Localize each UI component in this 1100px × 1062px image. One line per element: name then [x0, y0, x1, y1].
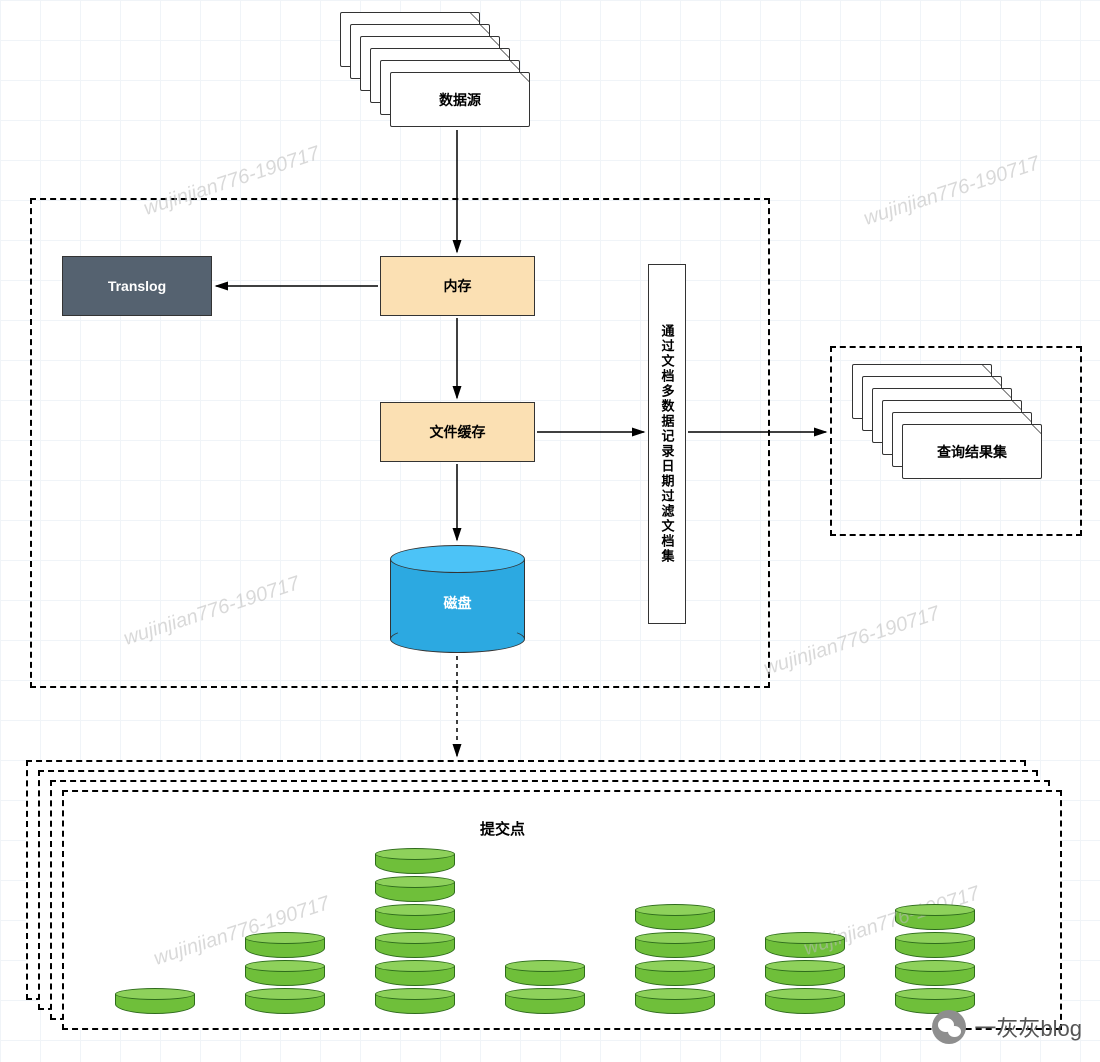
blog-attribution: 一灰灰blog	[932, 1010, 1082, 1044]
filter-box: 通过文档多数据记录日期过滤文档集	[648, 264, 686, 624]
segment-disk	[245, 988, 325, 1014]
segment-disk	[505, 960, 585, 986]
segment-disk	[895, 960, 975, 986]
segment-disk	[635, 988, 715, 1014]
segment-disk	[895, 932, 975, 958]
segment-disk	[245, 932, 325, 958]
memory-label: 内存	[444, 276, 472, 296]
data-source-label: 数据源	[439, 90, 481, 110]
disk-label: 磁盘	[444, 593, 472, 613]
segment-disk	[375, 988, 455, 1014]
watermark: wujinjian776-190717	[861, 152, 1043, 231]
segment-disk	[375, 848, 455, 874]
segment-disk	[505, 988, 585, 1014]
segment-disk	[635, 960, 715, 986]
segment-disk	[115, 988, 195, 1014]
filter-label: 通过文档多数据记录日期过滤文档集	[658, 324, 677, 564]
disk-cylinder: 磁盘	[390, 545, 525, 653]
segment-disk	[375, 904, 455, 930]
translog-label: Translog	[108, 278, 166, 294]
segment-disk	[895, 904, 975, 930]
blog-label: 一灰灰blog	[974, 1011, 1082, 1043]
file-cache-box: 文件缓存	[380, 402, 535, 462]
segment-disk	[375, 876, 455, 902]
result-label: 查询结果集	[937, 442, 1007, 462]
segment-columns	[115, 820, 1035, 1020]
data-source-stack: 数据源	[340, 12, 540, 142]
segment-disk	[245, 960, 325, 986]
wechat-icon	[932, 1010, 966, 1044]
translog-box: Translog	[62, 256, 212, 316]
file-cache-label: 文件缓存	[430, 422, 486, 442]
result-stack: 查询结果集	[852, 364, 1062, 514]
segment-disk	[765, 960, 845, 986]
segment-disk	[765, 988, 845, 1014]
segment-disk	[765, 932, 845, 958]
watermark: wujinjian776-190717	[761, 602, 943, 681]
segment-disk	[635, 932, 715, 958]
memory-box: 内存	[380, 256, 535, 316]
segment-disk	[375, 932, 455, 958]
segment-disk	[635, 904, 715, 930]
segment-disk	[375, 960, 455, 986]
